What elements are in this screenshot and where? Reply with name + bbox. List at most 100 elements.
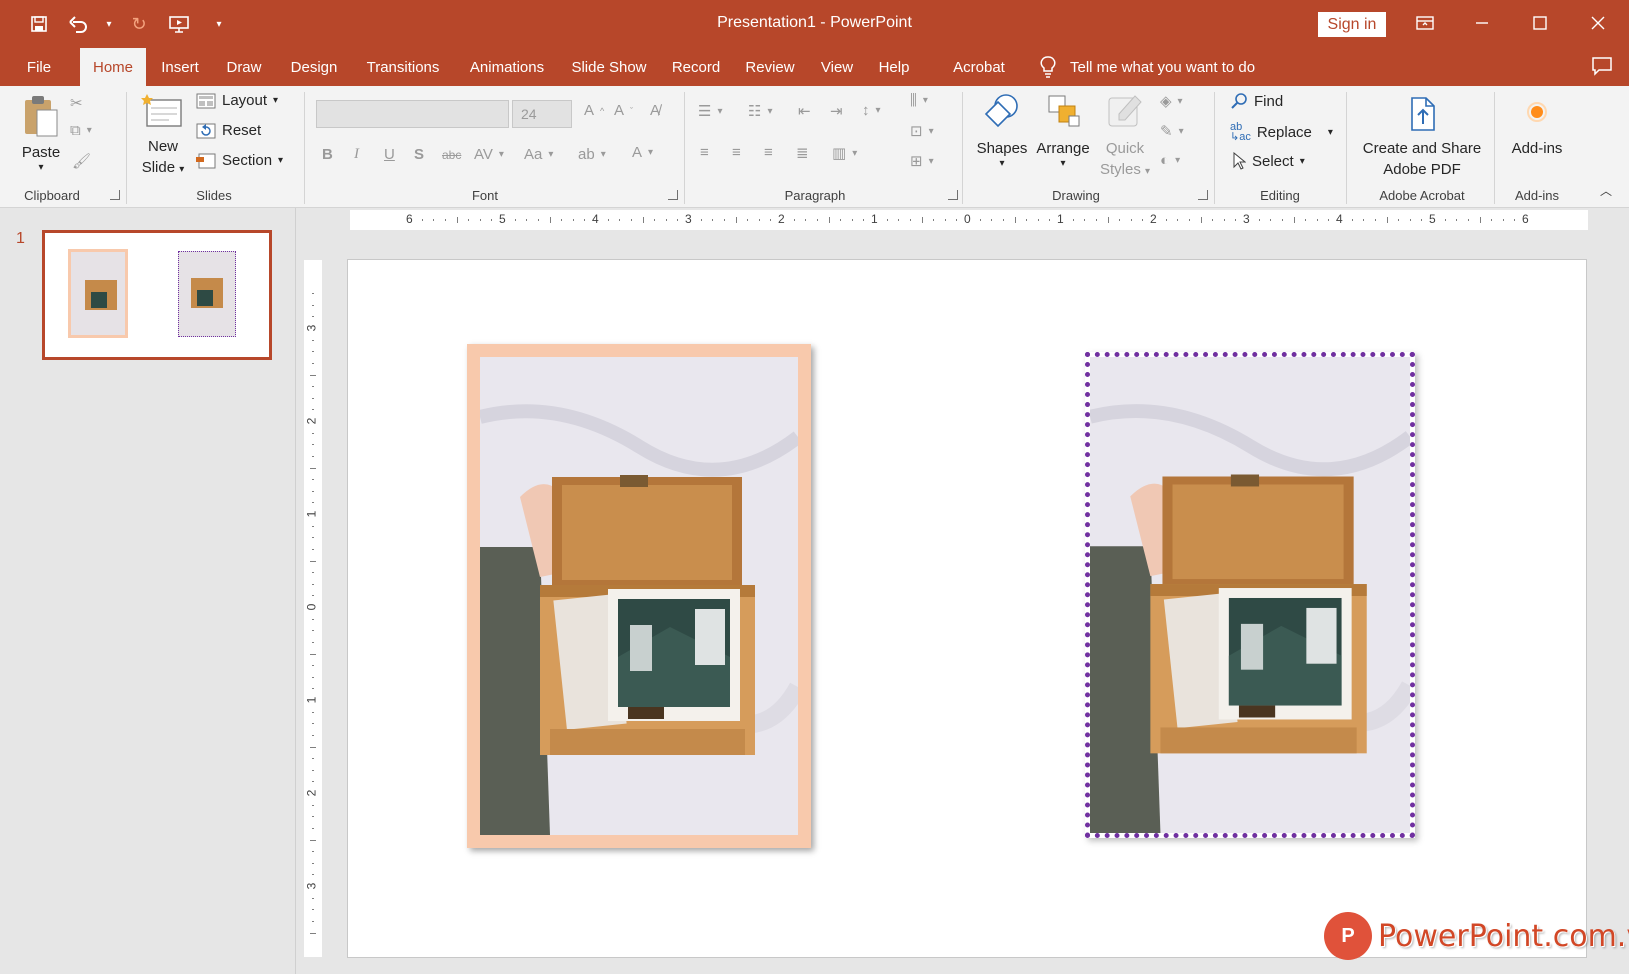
smartart-icon[interactable]: ⊞ ▾	[910, 152, 934, 170]
shape-effects-icon[interactable]: ◐ ▾	[1160, 152, 1180, 169]
tab-review[interactable]: Review	[740, 48, 800, 86]
format-painter-icon[interactable]: 🖌	[72, 152, 91, 170]
replace-button[interactable]: ab ↳ac Replace ▾	[1230, 122, 1333, 143]
photo-hand-holding-wooden-box	[480, 357, 798, 835]
quick-styles-label-1: Quick	[1105, 140, 1145, 157]
drawing-launcher-icon[interactable]	[1198, 190, 1208, 200]
ruler-tick	[1456, 219, 1458, 221]
create-share-pdf-button[interactable]: Create and Share Adobe PDF	[1356, 96, 1488, 180]
cut-icon[interactable]: ✂	[70, 94, 83, 112]
tab-record[interactable]: Record	[666, 48, 726, 86]
present-from-beginning-icon[interactable]	[162, 10, 196, 38]
tab-slide-show[interactable]: Slide Show	[566, 48, 652, 86]
picture-purple-dotted-frame[interactable]	[1085, 352, 1415, 838]
section-button[interactable]: Section ▾	[196, 152, 283, 169]
reset-label: Reset	[222, 122, 262, 139]
tab-view[interactable]: View	[814, 48, 860, 86]
select-button[interactable]: Select ▾	[1232, 152, 1305, 170]
add-ins-button[interactable]: Add-ins	[1504, 96, 1570, 159]
font-color-icon[interactable]: A ▾	[632, 144, 653, 161]
bold-icon[interactable]: B	[322, 146, 333, 163]
underline-icon[interactable]: U	[384, 146, 395, 163]
line-spacing-icon[interactable]: ↕ ▾	[862, 102, 881, 119]
align-center-icon[interactable]: ≡	[732, 144, 741, 161]
highlight-color-icon[interactable]: ab ▾	[578, 146, 606, 163]
clipboard-launcher-icon[interactable]	[110, 190, 120, 200]
font-launcher-icon[interactable]	[668, 190, 678, 200]
shadow-icon[interactable]: S	[414, 146, 424, 163]
collapse-ribbon-icon[interactable]: ︿	[1600, 182, 1612, 199]
quick-styles-button[interactable]: Quick Styles ▾	[1096, 92, 1154, 182]
sign-in-button[interactable]: Sign in	[1318, 12, 1386, 37]
bullets-icon[interactable]: ☰ ▾	[698, 102, 722, 120]
decrease-font-size-icon[interactable]: Aˇ	[614, 102, 633, 119]
comments-icon[interactable]	[1591, 56, 1613, 76]
redo-icon[interactable]: ↻	[122, 10, 156, 38]
picture-peach-frame[interactable]	[467, 344, 811, 848]
tab-help[interactable]: Help	[872, 48, 916, 86]
chevron-down-icon[interactable]: ▾	[102, 10, 116, 38]
clear-formatting-icon[interactable]: A̸	[650, 102, 660, 119]
align-right-icon[interactable]: ≡	[764, 144, 773, 161]
ruler-tick	[1444, 219, 1446, 221]
new-slide-button[interactable]: New Slide ▾	[136, 92, 190, 180]
ruler-tick	[1398, 219, 1400, 221]
columns-icon[interactable]: ▥ ▾	[832, 144, 857, 162]
align-left-icon[interactable]: ≡	[700, 144, 709, 161]
align-text-icon[interactable]: ⊡ ▾	[910, 122, 934, 140]
ruler-tick	[909, 219, 911, 221]
tab-animations[interactable]: Animations	[462, 48, 552, 86]
layout-button[interactable]: Layout ▾	[196, 92, 278, 109]
ruler-tick	[526, 219, 528, 221]
horizontal-ruler[interactable]: 6 5 4 3 2 1 0 1 2 3 4 5 6	[350, 210, 1588, 230]
tab-acrobat[interactable]: Acrobat	[944, 48, 1014, 86]
shape-outline-icon[interactable]: ✎ ▾	[1160, 122, 1184, 140]
copy-icon[interactable]: ⧉ ▾	[70, 122, 92, 139]
font-name-combobox[interactable]	[316, 100, 509, 128]
tab-design[interactable]: Design	[282, 48, 346, 86]
ruler-number: 6	[1522, 212, 1529, 226]
save-icon[interactable]	[22, 10, 56, 38]
tab-home[interactable]: Home	[80, 48, 146, 86]
change-case-icon[interactable]: Aa ▾	[524, 146, 553, 163]
tab-draw[interactable]: Draw	[220, 48, 268, 86]
find-button[interactable]: Find	[1230, 92, 1283, 110]
tell-me-search[interactable]: Tell me what you want to do	[1040, 48, 1255, 86]
undo-icon[interactable]	[62, 10, 96, 38]
quick-access-toolbar: ▾ ↻ ▾	[22, 10, 236, 38]
shape-fill-icon[interactable]: ◈ ▾	[1160, 92, 1183, 110]
ruler-tick	[1049, 219, 1051, 221]
arrange-button[interactable]: Arrange ▾	[1034, 92, 1092, 169]
tab-insert[interactable]: Insert	[154, 48, 206, 86]
ribbon-display-options-icon[interactable]	[1405, 8, 1445, 38]
maximize-icon[interactable]	[1520, 8, 1560, 38]
increase-indent-icon[interactable]: ⇥	[830, 102, 843, 120]
justify-icon[interactable]: ≣	[796, 144, 809, 162]
text-direction-icon[interactable]: ⫼ ▾	[910, 92, 928, 109]
chevron-down-icon: ▾	[278, 155, 284, 166]
increase-font-size-icon[interactable]: A ^	[584, 102, 604, 119]
vertical-ruler[interactable]: 3 2 1 0 1 2 3	[304, 260, 322, 957]
shapes-button[interactable]: Shapes ▾	[974, 92, 1030, 169]
layout-label: Layout	[222, 92, 268, 109]
reset-button[interactable]: Reset	[196, 122, 261, 139]
customize-qat-icon[interactable]: ▾	[202, 10, 236, 38]
ruler-tick	[312, 304, 314, 306]
slide-thumbnail-1[interactable]	[42, 230, 272, 360]
minimize-icon[interactable]	[1462, 8, 1502, 38]
paste-button[interactable]: Paste ▾	[18, 94, 64, 173]
font-size-combobox[interactable]: 24	[512, 100, 572, 128]
ruler-tick	[312, 409, 314, 411]
ruler-tick	[1107, 217, 1109, 223]
tab-transitions[interactable]: Transitions	[358, 48, 448, 86]
ruler-tick	[310, 560, 316, 562]
character-spacing-icon[interactable]: AV ▾	[474, 146, 504, 163]
slide-number: 1	[16, 230, 25, 247]
italic-icon[interactable]: I	[354, 146, 359, 163]
strikethrough-icon[interactable]: abc	[442, 148, 461, 162]
paragraph-launcher-icon[interactable]	[948, 190, 958, 200]
numbering-icon[interactable]: ☷ ▾	[748, 102, 772, 120]
close-icon[interactable]	[1578, 8, 1618, 38]
tab-file[interactable]: File	[18, 48, 60, 86]
decrease-indent-icon[interactable]: ⇤	[798, 102, 811, 120]
